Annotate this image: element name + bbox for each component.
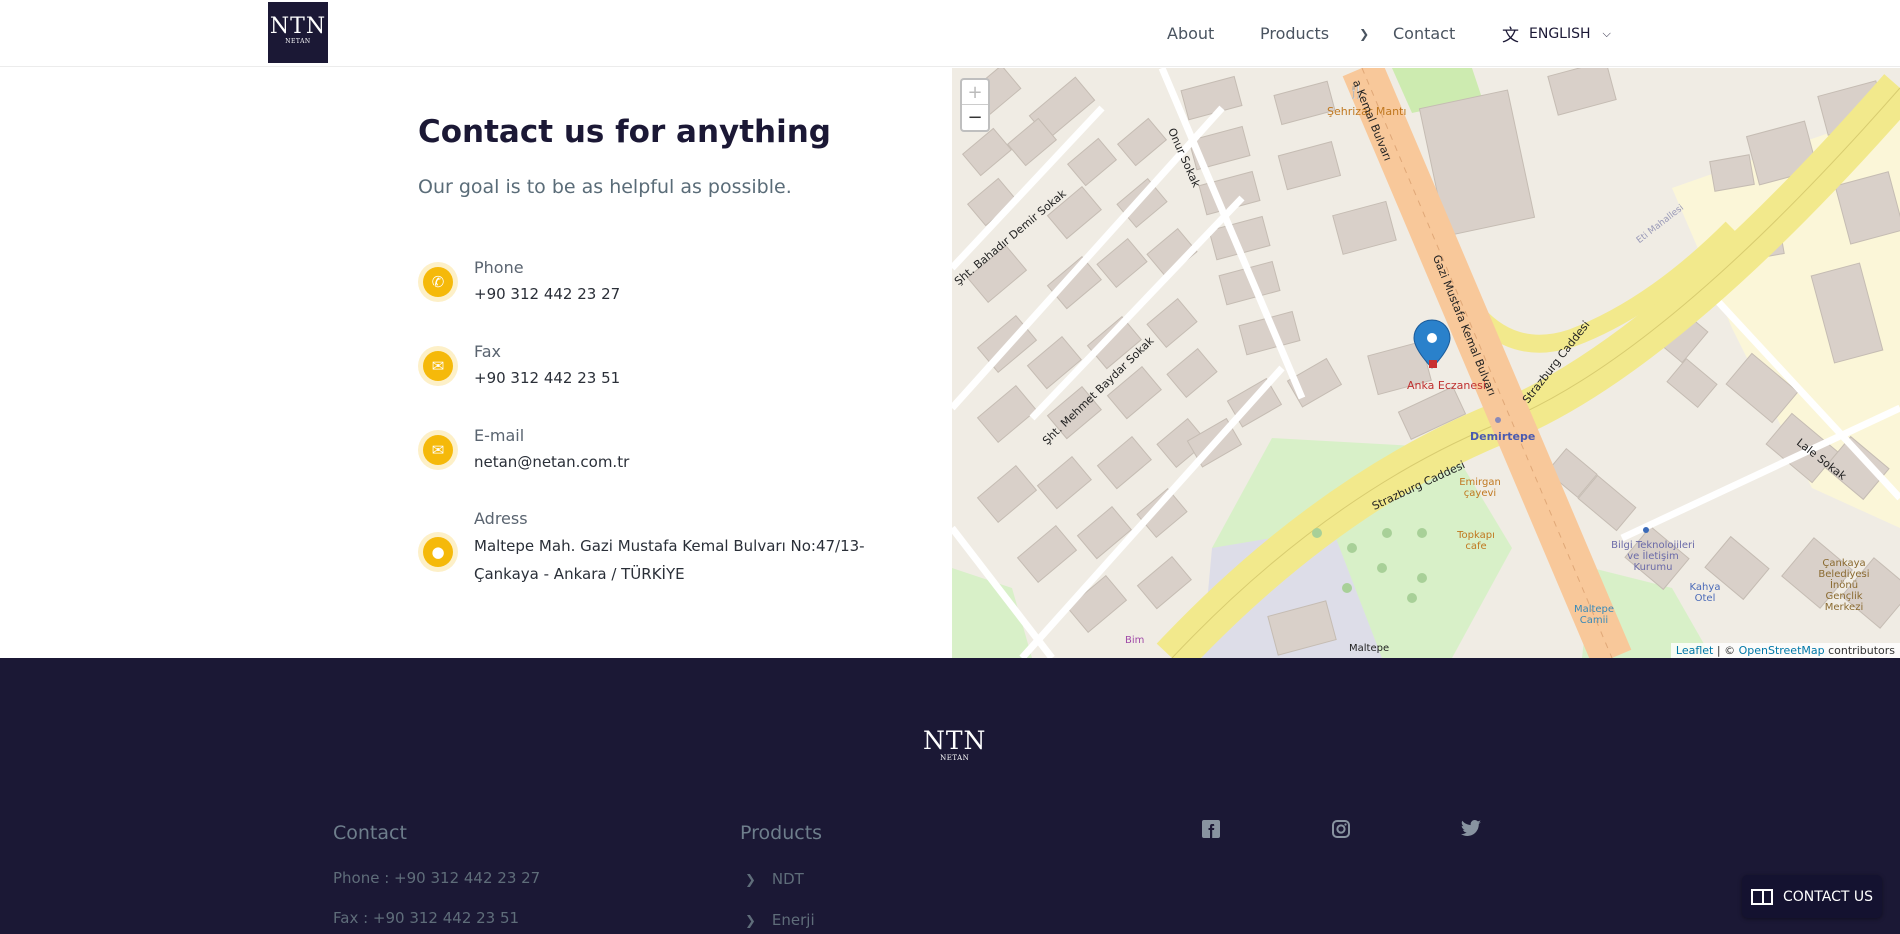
map-label-kahya: Kahya Otel	[1689, 582, 1721, 604]
map-label-bim: Bim	[1125, 635, 1145, 646]
footer-product-ndt[interactable]: ❯ NDT	[745, 870, 804, 888]
site-footer: NTN NETAN Contact Phone : +90 312 442 23…	[0, 658, 1900, 934]
map-label-cankaya: Çankaya Belediyesi İnönü Gençlik Merkezi	[1818, 558, 1870, 613]
language-label: ENGLISH	[1529, 25, 1591, 42]
footer-product-label: Enerji	[771, 911, 815, 929]
logo-text: NTN	[269, 14, 327, 39]
footer-fax[interactable]: Fax : +90 312 442 23 51	[333, 909, 519, 927]
contact-us-label: CONTACT US	[1783, 888, 1873, 905]
address-line2: Çankaya - Ankara / TÜRKİYE	[474, 565, 685, 583]
chevron-right-icon: ❯	[745, 914, 756, 929]
phone-icon: ✆	[418, 262, 458, 302]
map-label-demirtepe: Demirtepe	[1470, 430, 1536, 443]
site-header: NTN NETAN About Products ❯ Contact 文 ENG…	[0, 0, 1900, 67]
footer-product-label: NDT	[771, 870, 804, 888]
footer-logo[interactable]: NTN NETAN	[923, 726, 987, 763]
zoom-out-button[interactable]: −	[962, 105, 988, 130]
osm-link[interactable]: OpenStreetMap	[1739, 644, 1825, 657]
map-label-bilgi: Bilgi Teknolojileri ve İletişim Kurumu	[1611, 540, 1695, 573]
map-label-maltepe: Maltepe	[1349, 643, 1390, 654]
nav-about[interactable]: About	[1167, 0, 1214, 67]
attribution-rest: contributors	[1824, 644, 1895, 657]
chevron-right-icon: ❯	[745, 873, 756, 888]
phone-label: Phone	[474, 258, 524, 277]
email-value[interactable]: netan@netan.com.tr	[474, 448, 629, 476]
leaflet-link[interactable]: Leaflet	[1676, 644, 1713, 657]
footer-product-enerji[interactable]: ❯ Enerji	[745, 911, 815, 929]
footer-logo-text: NTN	[923, 726, 987, 755]
attribution-separator: | ©	[1713, 644, 1739, 657]
contact-us-button[interactable]: CONTACT US	[1742, 875, 1882, 918]
instagram-icon[interactable]	[1330, 820, 1352, 842]
nav-products-link[interactable]: Products	[1260, 24, 1329, 43]
footer-products-title: Products	[740, 822, 823, 844]
nav-products[interactable]: Products ❯	[1260, 0, 1369, 67]
footer-phone[interactable]: Phone : +90 312 442 23 27	[333, 869, 540, 887]
email-label: E-mail	[474, 426, 525, 445]
language-selector[interactable]: 文 ENGLISH ⌵	[1502, 0, 1611, 67]
map-label-anka: Anka Eczanesi	[1407, 379, 1486, 392]
site-logo[interactable]: NTN NETAN	[268, 2, 328, 63]
contact-subtitle: Our goal is to be as helpful as possible…	[418, 176, 792, 198]
nav-about-link[interactable]: About	[1167, 24, 1214, 43]
map-label-topkapi: Topkapı cafe	[1457, 530, 1495, 552]
contact-section: Contact us for anything Our goal is to b…	[0, 68, 952, 658]
nav-contact-link[interactable]: Contact	[1393, 24, 1455, 43]
logo-subtext: NETAN	[285, 38, 311, 45]
twitter-icon[interactable]	[1460, 820, 1482, 842]
facebook-icon[interactable]	[1200, 820, 1222, 842]
footer-logo-subtext: NETAN	[940, 754, 970, 762]
location-pin-icon: ●	[418, 532, 458, 572]
map-zoom-control: + −	[960, 78, 990, 132]
envelope-icon: ✉	[418, 430, 458, 470]
map-label-maltepe-cami: Maltepe Camii	[1573, 604, 1615, 626]
footer-contact-title: Contact	[333, 822, 407, 844]
envelope-icon: ✉	[418, 346, 458, 386]
chevron-down-icon[interactable]: ❯	[1359, 27, 1369, 41]
zoom-in-button[interactable]: +	[962, 80, 988, 105]
phone-value[interactable]: +90 312 442 23 27	[474, 280, 620, 308]
map-label-emirgan: Emirgan çayevi	[1459, 477, 1501, 499]
map-attribution: Leaflet | © OpenStreetMap contributors	[1670, 643, 1900, 658]
fax-label: Fax	[474, 342, 502, 361]
location-map[interactable]: 🍴 Şehrizar Mantı a Kemal Bulvarı Gazi Mu…	[952, 68, 1900, 658]
fax-value[interactable]: +90 312 442 23 51	[474, 364, 620, 392]
chevron-down-icon[interactable]: ⌵	[1603, 27, 1611, 41]
address-line1: Maltepe Mah. Gazi Mustafa Kemal Bulvarı …	[474, 537, 865, 555]
nav-contact[interactable]: Contact	[1393, 0, 1455, 67]
translate-icon: 文	[1502, 26, 1519, 46]
contact-title: Contact us for anything	[418, 114, 831, 150]
book-icon	[1751, 888, 1773, 905]
address-label: Adress	[474, 509, 528, 528]
map-tiles	[952, 68, 1900, 658]
